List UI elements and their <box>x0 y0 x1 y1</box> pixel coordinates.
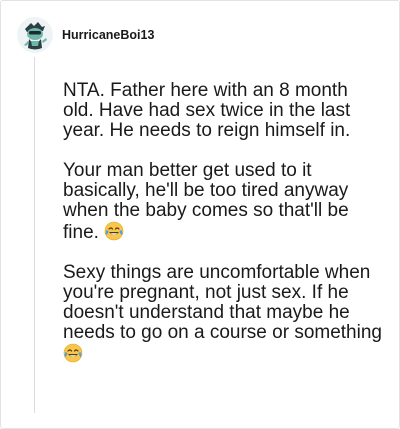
comment-paragraph: Sexy things are uncomfortable when you'r… <box>63 263 383 365</box>
tears-of-joy-emoji-icon <box>104 221 124 241</box>
comment-paragraph-text: NTA. Father here with an 8 month old. Ha… <box>63 80 351 141</box>
comment-username[interactable]: HurricaneBoi13 <box>62 28 154 42</box>
thread-collapse-line[interactable] <box>34 57 35 413</box>
comment-header: HurricaneBoi13 <box>17 17 154 53</box>
comment-paragraph-text: Sexy things are uncomfortable when you'r… <box>63 262 382 343</box>
comment-body: NTA. Father here with an 8 month old. Ha… <box>63 81 383 385</box>
comment-paragraph: Your man better get used to it basically… <box>63 161 383 243</box>
tears-of-joy-emoji-icon <box>63 343 83 363</box>
comment-paragraph: NTA. Father here with an 8 month old. Ha… <box>63 81 383 141</box>
comment-card: HurricaneBoi13 NTA. Father here with an … <box>0 0 400 429</box>
reddit-snoo-avatar-icon[interactable] <box>17 17 53 53</box>
